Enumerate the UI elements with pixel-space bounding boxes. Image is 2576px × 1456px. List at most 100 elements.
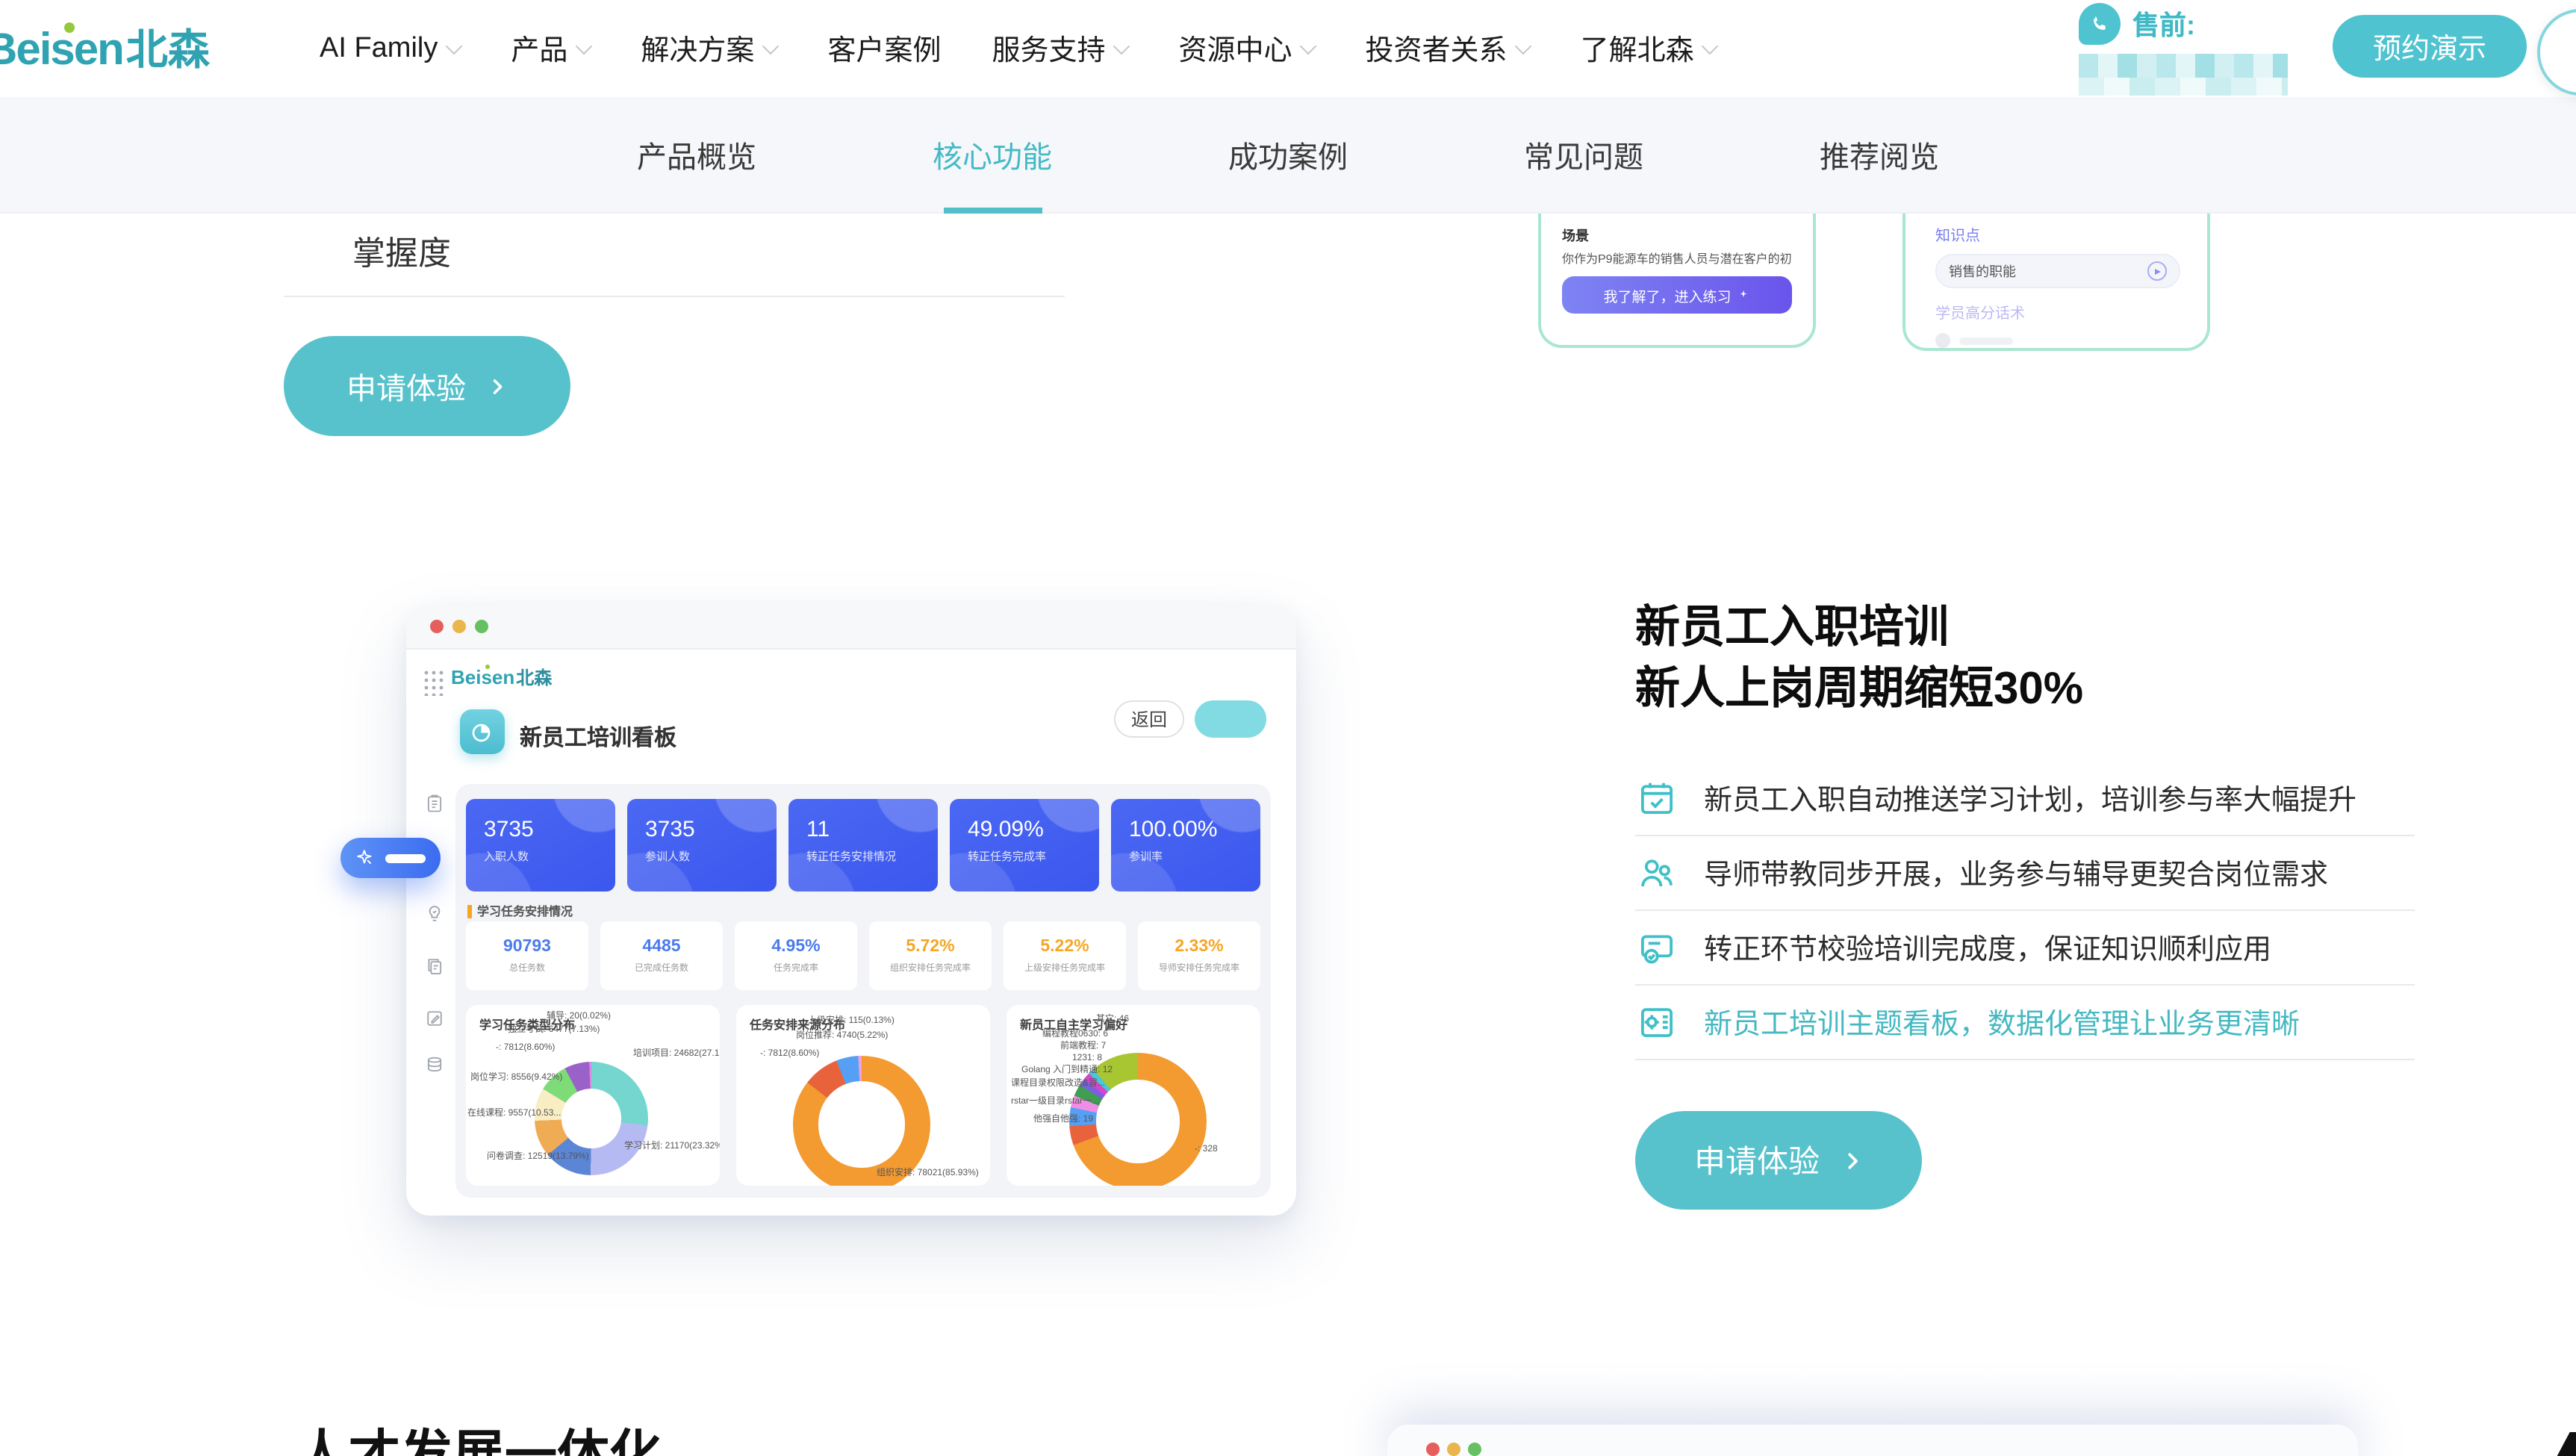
sparkle-icon: [1737, 288, 1751, 302]
nav-item-solutions[interactable]: 解决方案: [641, 28, 777, 69]
nav-item-investor-relations[interactable]: 投资者关系: [1366, 28, 1530, 69]
tab-success-cases[interactable]: 成功案例: [1228, 96, 1348, 213]
beisen-logo[interactable]: Beisen 北森: [0, 18, 210, 78]
task-stat-card: 4.95%任务完成率: [735, 921, 857, 990]
tab-recommended-reading[interactable]: 推荐阅览: [1820, 96, 1939, 213]
blurred-phone-number-row2: [2079, 78, 2288, 96]
traffic-light-green-icon: [475, 620, 488, 633]
task-stat-card: 90793总任务数: [466, 921, 588, 990]
calendar-check-icon: [1635, 778, 1677, 818]
previous-section-overflow-text: 掌握度: [352, 227, 451, 275]
window-body: Beisen 北森 新员工培训看板 返回: [406, 650, 1296, 1216]
nav-item-resources[interactable]: 资源中心: [1179, 28, 1315, 69]
primary-action-pill[interactable]: [1195, 700, 1266, 738]
chart-label: 独立考试: 6477(7.13%): [508, 1026, 600, 1036]
knowledge-title: 知识点: [1935, 223, 2180, 245]
play-icon[interactable]: [2147, 261, 2167, 281]
chevron-down-icon: [446, 37, 463, 55]
copy-documents-icon[interactable]: [424, 956, 445, 984]
chevron-down-icon: [1300, 37, 1317, 55]
tab-faq[interactable]: 常见问题: [1524, 96, 1643, 213]
chart-label: 学习计划: 21170(23.32%): [624, 1142, 720, 1153]
apply-trial-button-left[interactable]: 申请体验: [284, 336, 570, 436]
database-icon[interactable]: [424, 1054, 445, 1083]
chart-label: rstar一级目录rstar一...: [1011, 1098, 1099, 1108]
dashboard-title: 新员工培训看板: [520, 721, 676, 753]
kpi-card: 3735入职人数: [466, 799, 615, 892]
feature-row-auto-push[interactable]: 新员工入职自动推送学习计划，培训参与率大幅提升: [1635, 762, 2415, 836]
apply-trial-button-right[interactable]: 申请体验: [1635, 1111, 1922, 1210]
chart-label: 岗位学习: 8556(9.42%): [470, 1074, 562, 1084]
traffic-light-yellow-icon: [1447, 1443, 1460, 1456]
donut-chart-task-types: 学习任务类型分布 培训项目: 24682(27.18%)学习计划: 21170(…: [466, 1005, 720, 1186]
next-section-heading: 人才发展一体化: [296, 1413, 662, 1456]
pill-bar: [385, 853, 426, 862]
dashboard-beisen-logo: Beisen 北森: [451, 665, 552, 690]
feature-row-mentoring[interactable]: 导师带教同步开展，业务参与辅导更契合岗位需求: [1635, 836, 2415, 911]
feature-row-completion-check[interactable]: 转正环节校验培训完成度，保证知识顺利应用: [1635, 911, 2415, 986]
ai-assistant-floating-button[interactable]: [340, 838, 441, 878]
task-stat-card: 5.22%上级安排任务完成率: [1004, 921, 1126, 990]
section-tabbar: 产品概览 核心功能 成功案例 常见问题 推荐阅览: [0, 97, 2576, 214]
feature-heading: 新员工入职培训 新人上岗周期缩短30%: [1635, 597, 2083, 720]
next-section-window-peek: [1387, 1425, 2358, 1456]
chart-label: -: 7812(8.60%): [496, 1044, 555, 1054]
traffic-light-yellow-icon: [452, 620, 466, 633]
dashboard-panel: 3735入职人数 3735参训人数 11转正任务安排情况 49.09%转正任务完…: [455, 784, 1271, 1198]
task-stat-card: 5.72%组织安排任务完成率: [869, 921, 992, 990]
tab-product-overview[interactable]: 产品概览: [637, 96, 756, 213]
feature-row-dashboard[interactable]: 新员工培训主题看板，数据化管理让业务更清晰: [1635, 986, 2415, 1060]
chart-label: 其它: 46: [1096, 1015, 1129, 1026]
pie-chart-app-icon: [460, 709, 505, 754]
top-navbar: Beisen 北森 AI Family 产品 解决方案 客户案例 服务支持 资源…: [0, 0, 2576, 97]
main-nav: AI Family 产品 解决方案 客户案例 服务支持 资源中心 投资者关系 了…: [320, 0, 1717, 97]
chart-label: -: 7812(8.60%): [760, 1050, 819, 1060]
chevron-down-icon: [1113, 37, 1130, 55]
tab-core-features[interactable]: 核心功能: [933, 96, 1052, 213]
chart-label: 在线课程: 9557(10.53...: [467, 1110, 561, 1120]
donut-chart-learning-preferences: 新员工自主学习偏好 -: 328他强自他强: 19rstar一级目录rstar一…: [1007, 1005, 1260, 1186]
chart-label: 培训项目: 24682(27.18%): [633, 1050, 720, 1060]
chevron-down-icon: [1702, 37, 1719, 55]
logo-text-cn: 北森: [126, 18, 210, 78]
edit-pen-icon[interactable]: [424, 1008, 445, 1036]
logo-text-en: Beisen: [0, 25, 123, 76]
heading-line2: 新人上岗周期缩短30%: [1635, 659, 2083, 720]
card-check-icon: [1635, 927, 1677, 968]
chevron-down-icon: [762, 37, 780, 55]
task-stat-card: 4485已完成任务数: [600, 921, 723, 990]
chart-label: 编程教程0630: 6: [1042, 1030, 1108, 1041]
magic-star-icon: [355, 848, 375, 868]
nav-item-ai-family[interactable]: AI Family: [320, 32, 460, 65]
corner-artifact: [2552, 1432, 2576, 1456]
knowledge-item[interactable]: 销售的职能: [1935, 254, 2180, 288]
book-demo-button[interactable]: 预约演示: [2333, 15, 2527, 78]
phone-icon: [2079, 3, 2121, 45]
clipboard-icon[interactable]: [424, 793, 445, 821]
orange-accent-bar: [467, 905, 471, 918]
window-titlebar: [406, 605, 1296, 650]
scenario-description: 你作为P9能源车的销售人员与潜在客户的初次接: [1562, 251, 1792, 267]
enter-practice-button[interactable]: 我了解了，进入练习: [1562, 276, 1792, 314]
task-stat-card: 2.33%导师安排任务完成率: [1138, 921, 1260, 990]
nav-item-support[interactable]: 服务支持: [992, 28, 1127, 69]
nav-item-about-beisen[interactable]: 了解北森: [1581, 28, 1717, 69]
faded-audio-row: [1935, 330, 2180, 351]
back-button[interactable]: 返回: [1114, 700, 1184, 738]
presale-contact: 售前:: [2079, 3, 2288, 96]
avatar: [1935, 333, 1950, 348]
chart-label: 上级安排: 115(0.13%): [808, 1017, 895, 1027]
heading-line1: 新员工入职培训: [1635, 597, 2083, 659]
nav-item-customer-cases[interactable]: 客户案例: [827, 28, 941, 69]
feature-list: 新员工入职自动推送学习计划，培训参与率大幅提升 导师带教同步开展，业务参与辅导更…: [1635, 762, 2415, 1060]
traffic-light-red-icon: [1426, 1443, 1440, 1456]
customer-service-floating-button[interactable]: [2537, 9, 2576, 96]
traffic-light-green-icon: [1468, 1443, 1481, 1456]
kpi-card: 3735参训人数: [627, 799, 777, 892]
chart-label: Golang 入门到精通: 12: [1021, 1066, 1113, 1077]
logo-green-dot-icon: [64, 22, 75, 33]
blurred-phone-number: [2079, 54, 2288, 78]
nav-item-products[interactable]: 产品: [511, 28, 590, 69]
lightbulb-icon[interactable]: [424, 903, 445, 932]
task-section-header: 学习任务安排情况: [467, 903, 573, 920]
